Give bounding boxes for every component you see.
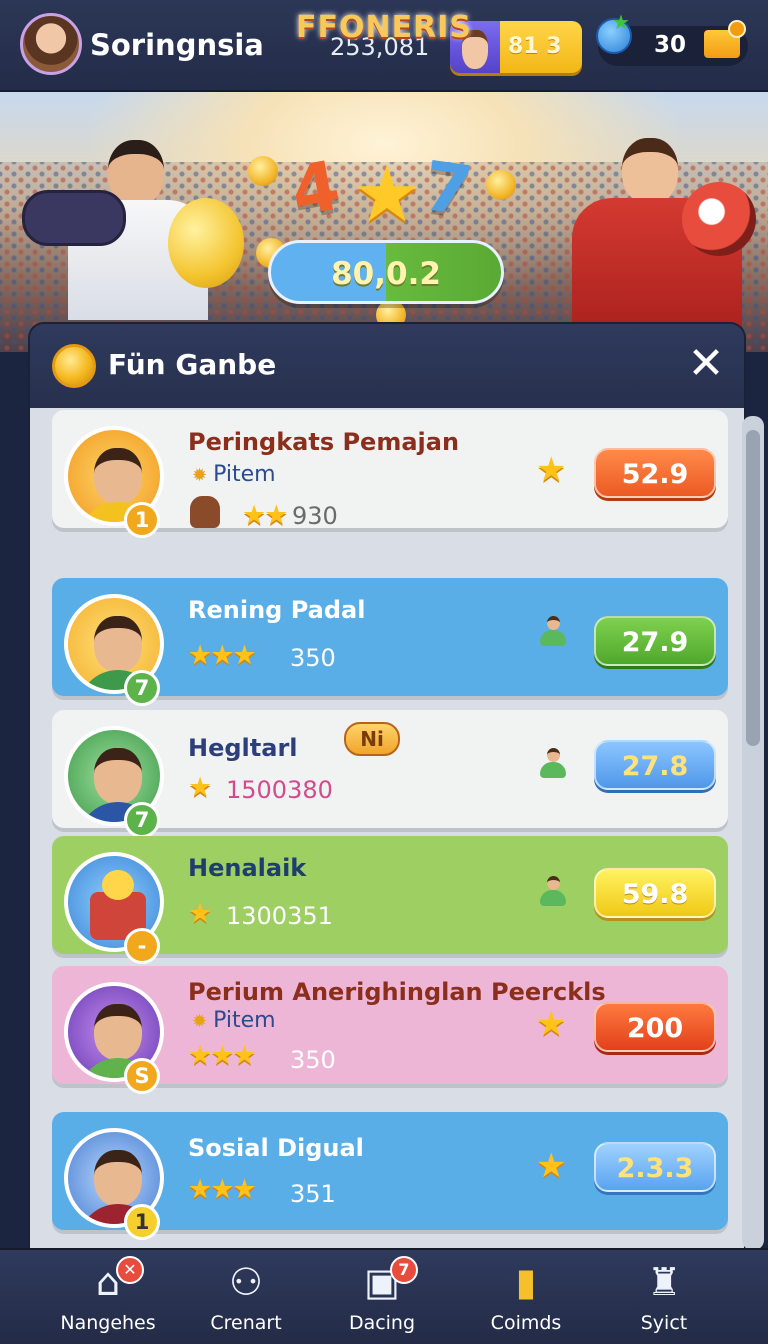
score-button[interactable]: 52.9 xyxy=(594,448,716,498)
rank-badge: 1 xyxy=(124,1204,160,1240)
coin-icon xyxy=(52,344,96,388)
nav-label: Dacing xyxy=(348,1312,416,1334)
rank-badge: 7 xyxy=(124,802,160,838)
nav-label: Syict xyxy=(640,1312,688,1334)
player-name: Peringkats Pemajan xyxy=(188,428,460,456)
banner-score-value: 80,0.2 xyxy=(331,256,441,292)
star-rating: ★★ xyxy=(242,500,288,531)
star-rating: ★★★ xyxy=(188,640,257,671)
bottom-navigation: ⌂ ✕ Nangehes ⚇ Crenart ▣ 7 Dacing ▮ Coim… xyxy=(0,1248,768,1344)
player-name: Rening Padal xyxy=(188,596,366,624)
star-rating: ★★★ xyxy=(188,1040,257,1071)
modal-title: Fün Ganbe xyxy=(108,348,277,381)
leaderboard-row[interactable]: 1 Sosial Digual ★★★ 351 ★ 2.3.3 xyxy=(52,1112,728,1240)
player-points: 350 xyxy=(290,644,336,672)
modal-header: Fün Ganbe ✕ xyxy=(30,324,744,408)
leaderboard-row[interactable]: 1 Peringkats Pemajan Pitem ★★ 930 ★ 52.9 xyxy=(52,410,728,538)
player-name: Sosial Digual xyxy=(188,1134,364,1162)
player-subtitle: Pitem xyxy=(192,462,276,487)
player-name: Henalaik xyxy=(188,854,307,882)
star-icon: ★ xyxy=(536,1004,567,1044)
person-icon xyxy=(540,876,566,906)
nav-item-people[interactable]: ⚇ Crenart xyxy=(176,1250,316,1344)
leaderboard-row[interactable]: 7 Rening Padal ★★★ 350 27.9 xyxy=(52,578,728,706)
trophy-stack-icon: ▮ xyxy=(515,1260,537,1304)
nav-item-coins[interactable]: ▮ Coimds xyxy=(456,1250,596,1344)
rank-badge: 1 xyxy=(124,502,160,538)
nav-item-cup[interactable]: ♜ Syict xyxy=(594,1250,734,1344)
notification-badge: 7 xyxy=(390,1256,418,1284)
monkey-icon xyxy=(190,496,220,528)
rank-badge: S xyxy=(124,1058,160,1094)
notification-badge: ✕ xyxy=(116,1256,144,1284)
nav-label: Coimds xyxy=(490,1312,562,1334)
nav-item-home[interactable]: ⌂ ✕ Nangehes xyxy=(38,1250,178,1344)
leaderboard-row[interactable]: 7 Hegltarl Ni ★ 1500380 27.8 xyxy=(52,710,728,838)
star-rating: ★ xyxy=(188,898,212,929)
score-button[interactable]: 200 xyxy=(594,1002,716,1052)
tag-badge: Ni xyxy=(344,722,400,756)
player-subtitle: Pitem xyxy=(192,1008,276,1033)
person-icon xyxy=(540,748,566,778)
rank-badge: 7 xyxy=(124,670,160,706)
banner-title: FFONERIS xyxy=(296,10,472,45)
gamepad-icon xyxy=(22,190,126,246)
player-points: 1300351 xyxy=(226,902,333,930)
close-button[interactable]: ✕ xyxy=(682,342,730,390)
nav-label: Crenart xyxy=(210,1312,282,1334)
rank-badge: - xyxy=(124,928,160,964)
player-name: Perium Anerighinglan Peerckls xyxy=(188,978,606,1006)
player-points: 1500380 xyxy=(226,776,333,804)
star-icon: ★ xyxy=(536,450,567,490)
list-scrollbar[interactable] xyxy=(742,416,764,1250)
nav-label: Nangehes xyxy=(60,1312,156,1334)
scrollbar-thumb[interactable] xyxy=(746,430,760,746)
leaderboard-row[interactable]: S Perium Anerighinglan Peerckls Pitem ★★… xyxy=(52,966,728,1094)
coin-icon xyxy=(486,170,516,200)
cup-icon: ♜ xyxy=(646,1260,682,1304)
robot-ball-icon xyxy=(682,182,756,256)
player-points: 350 xyxy=(290,1046,336,1074)
star-icon: ★ xyxy=(536,1146,567,1186)
player-points: 930 xyxy=(292,502,338,530)
ball-icon xyxy=(168,198,244,288)
person-icon xyxy=(540,616,566,646)
score-button[interactable]: 27.9 xyxy=(594,616,716,666)
leaderboard-row[interactable]: - Henalaik ★ 1300351 59.8 xyxy=(52,836,728,964)
player-name: Hegltarl xyxy=(188,734,298,762)
star-rating: ★★★ xyxy=(188,1174,257,1205)
player-points: 351 xyxy=(290,1180,336,1208)
score-button[interactable]: 27.8 xyxy=(594,740,716,790)
nav-item-gift[interactable]: ▣ 7 Dacing xyxy=(312,1250,452,1344)
banner-star-icon: ★ xyxy=(352,150,422,240)
coin-icon xyxy=(248,156,278,186)
people-icon: ⚇ xyxy=(228,1260,264,1304)
score-button[interactable]: 59.8 xyxy=(594,868,716,918)
banner-score-pill[interactable]: 80,0.2 xyxy=(268,240,504,304)
star-rating: ★ xyxy=(188,772,212,803)
score-button[interactable]: 2.3.3 xyxy=(594,1142,716,1192)
